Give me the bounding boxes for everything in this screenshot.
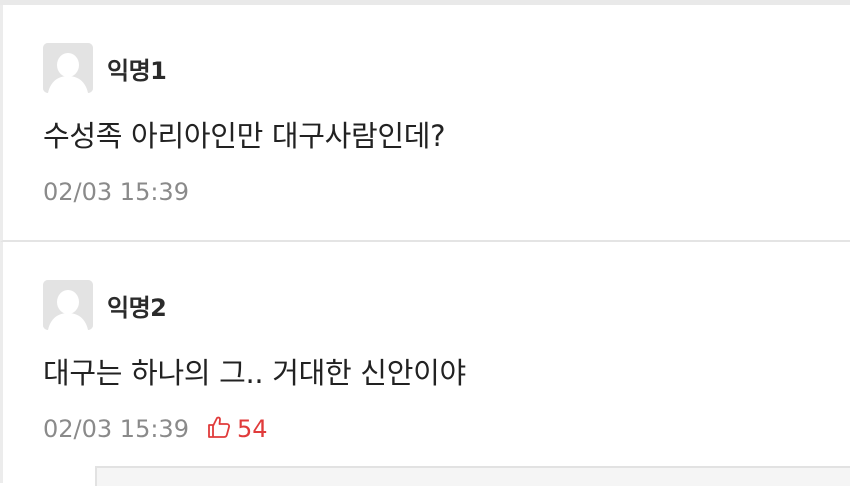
comment-header: 익명1 [43, 43, 167, 93]
comment-meta: 02/03 15:39 [43, 178, 189, 206]
default-user-avatar-icon [43, 280, 93, 330]
comment-author[interactable]: 익명2 [107, 288, 167, 323]
comment-date: 02/03 15:39 [43, 415, 189, 443]
comment-item: 익명2 대구는 하나의 그.. 거대한 신안이야 02/03 15:39 54 [0, 242, 850, 486]
comment-header: 익명2 [43, 280, 167, 330]
like-button[interactable]: 54 [207, 415, 268, 443]
like-count: 54 [236, 415, 268, 443]
comment-item: 익명1 수성족 아리아인만 대구사람인데? 02/03 15:39 [0, 5, 850, 242]
thumbs-up-icon [207, 415, 231, 443]
comment-text: 수성족 아리아인만 대구사람인데? [43, 119, 446, 153]
comment-text: 대구는 하나의 그.. 거대한 신안이야 [43, 356, 466, 390]
comment-author[interactable]: 익명1 [107, 51, 167, 86]
comment-meta: 02/03 15:39 54 [43, 415, 268, 443]
reply-box [95, 466, 850, 486]
comment-date: 02/03 15:39 [43, 178, 189, 206]
default-user-avatar-icon [43, 43, 93, 93]
